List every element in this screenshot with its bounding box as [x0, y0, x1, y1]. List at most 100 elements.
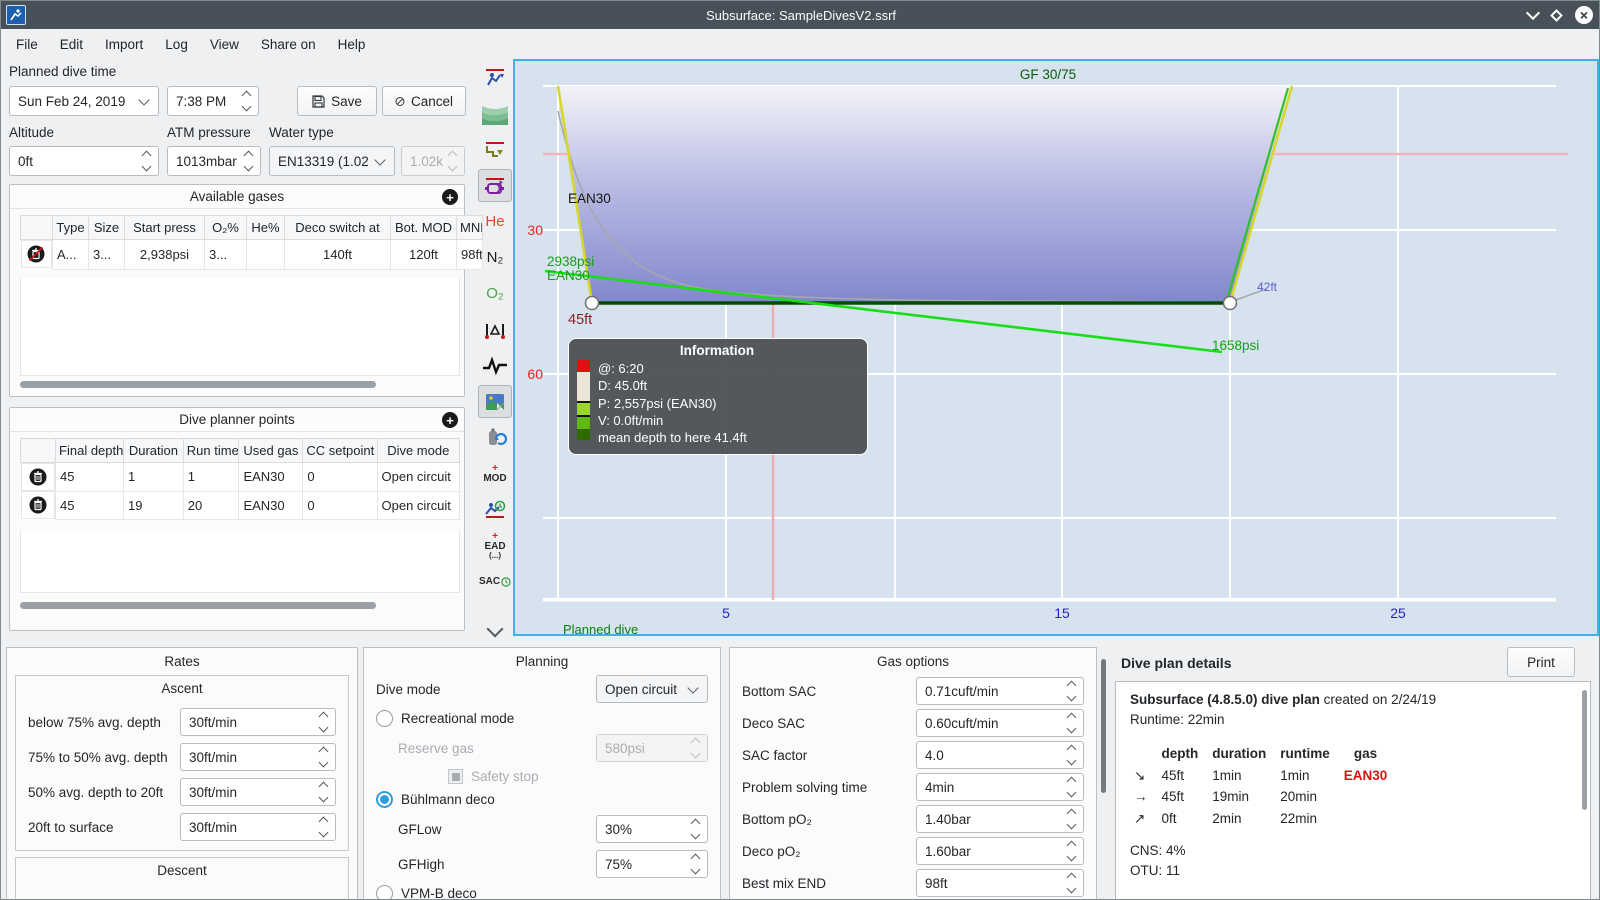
- point-depth[interactable]: 45: [55, 462, 125, 492]
- menu-log[interactable]: Log: [154, 32, 199, 57]
- gas-size[interactable]: 3...: [88, 239, 125, 270]
- spin-arrows[interactable]: [1066, 872, 1077, 894]
- dive-mode-profile-icon[interactable]: [478, 61, 512, 94]
- points-col-mode[interactable]: Dive mode: [376, 438, 461, 463]
- spin-arrows[interactable]: [1066, 808, 1077, 830]
- dive-profile-chart[interactable]: GF 30/75 30 60 5 15 25 EAN30 2938psi EAN…: [513, 59, 1599, 637]
- vpmb-deco-radio[interactable]: [376, 885, 393, 899]
- spin-arrows[interactable]: [1066, 840, 1077, 862]
- point-runtime[interactable]: 1: [182, 462, 240, 492]
- delete-gas-icon[interactable]: [20, 240, 52, 268]
- point-duration[interactable]: 1: [123, 462, 184, 492]
- point-depth[interactable]: 45: [55, 490, 125, 520]
- rate-spinbox-0[interactable]: 30ft/min: [180, 708, 336, 736]
- menu-edit[interactable]: Edit: [49, 32, 94, 57]
- points-col-setpoint[interactable]: CC setpoint: [302, 438, 378, 463]
- save-button[interactable]: Save: [297, 86, 377, 116]
- sac-toggle-icon[interactable]: SAC: [478, 565, 512, 598]
- gases-col-o2[interactable]: O₂%: [204, 215, 247, 240]
- atm-pressure-spinbox[interactable]: 1013mbar: [167, 146, 261, 176]
- gases-col-bot-mod[interactable]: Bot. MOD: [390, 215, 457, 240]
- gases-col-type[interactable]: Type: [52, 215, 89, 240]
- tank-bar-toggle-icon[interactable]: [478, 169, 512, 202]
- n2-graph-icon[interactable]: N₂: [478, 241, 512, 274]
- point-gas[interactable]: EAN30: [238, 490, 304, 520]
- gases-col-size[interactable]: Size: [88, 215, 125, 240]
- spin-arrows[interactable]: [690, 853, 701, 875]
- gas-he[interactable]: [246, 239, 285, 270]
- point-setpoint[interactable]: 0: [302, 462, 378, 492]
- buhlmann-deco-radio[interactable]: [376, 791, 393, 808]
- problem-solving-time-spinbox[interactable]: 4min: [916, 773, 1084, 801]
- points-col-gas[interactable]: Used gas: [238, 438, 304, 463]
- rate-spinbox-3[interactable]: 30ft/min: [180, 813, 336, 841]
- gas-options-vscrollbar[interactable]: [1101, 659, 1106, 793]
- dive-mode-combo[interactable]: Open circuit: [596, 675, 708, 703]
- menu-view[interactable]: View: [199, 32, 250, 57]
- bottom-sac-spinbox[interactable]: 0.71cuft/min: [916, 677, 1084, 705]
- spin-arrows[interactable]: [1066, 680, 1077, 702]
- altitude-spinbox[interactable]: 0ft: [9, 146, 159, 176]
- best-mix-end-spinbox[interactable]: 98ft: [916, 869, 1084, 897]
- menu-help[interactable]: Help: [327, 32, 377, 57]
- point-runtime[interactable]: 20: [182, 490, 240, 520]
- delete-point-icon[interactable]: [20, 463, 56, 491]
- menu-import[interactable]: Import: [94, 32, 154, 57]
- gas-o2[interactable]: 3...: [204, 239, 247, 270]
- plan-details-vscrollbar[interactable]: [1582, 690, 1587, 810]
- water-type-combo[interactable]: EN13319 (1.02k: [269, 146, 395, 176]
- menu-share-on[interactable]: Share on: [250, 32, 327, 57]
- shallow-water-icon[interactable]: [478, 97, 512, 130]
- gases-col-deco-switch[interactable]: Deco switch at: [284, 215, 391, 240]
- close-icon[interactable]: ×: [1575, 6, 1593, 24]
- planner-handle-start[interactable]: [584, 295, 600, 311]
- ndl-toggle-icon[interactable]: [478, 493, 512, 526]
- gflow-spinbox[interactable]: 30%: [596, 815, 708, 843]
- point-mode[interactable]: Open circuit: [376, 490, 461, 520]
- spin-arrows[interactable]: [318, 746, 329, 768]
- points-col-depth[interactable]: Final depth: [55, 438, 125, 463]
- he-graph-icon[interactable]: He: [478, 205, 512, 238]
- ceiling-toggle-icon[interactable]: [478, 133, 512, 166]
- ead-toggle-icon[interactable]: + EAD (...): [478, 529, 512, 562]
- points-col-runtime[interactable]: Run time: [182, 438, 240, 463]
- points-hscrollbar[interactable]: [20, 602, 376, 609]
- rate-spinbox-1[interactable]: 30ft/min: [180, 743, 336, 771]
- gases-col-he[interactable]: He%: [246, 215, 285, 240]
- gas-bot-mod[interactable]: 120ft: [390, 239, 457, 270]
- photos-toggle-icon[interactable]: [478, 385, 512, 418]
- spin-arrows[interactable]: [141, 150, 152, 172]
- spin-arrows[interactable]: [690, 818, 701, 840]
- cancel-button[interactable]: Cancel: [382, 86, 466, 116]
- gfhigh-spinbox[interactable]: 75%: [596, 850, 708, 878]
- gas-deco-switch[interactable]: 140ft: [284, 239, 391, 270]
- toolbar-scroll-down-icon[interactable]: [478, 615, 512, 648]
- ruler-icon[interactable]: [478, 313, 512, 346]
- point-mode[interactable]: Open circuit: [376, 462, 461, 492]
- bottom-po2-spinbox[interactable]: 1.40bar: [916, 805, 1084, 833]
- deco-po2-spinbox[interactable]: 1.60bar: [916, 837, 1084, 865]
- gases-col-start-press[interactable]: Start press: [124, 215, 205, 240]
- gas-type[interactable]: A...: [52, 239, 89, 270]
- spin-arrows[interactable]: [241, 90, 252, 112]
- planner-handle-end[interactable]: [1222, 295, 1238, 311]
- point-setpoint[interactable]: 0: [302, 490, 378, 520]
- gas-start-press[interactable]: 2,938psi: [124, 239, 205, 270]
- dive-date-combo[interactable]: Sun Feb 24, 2019: [9, 86, 159, 116]
- minimize-icon[interactable]: [1525, 5, 1541, 21]
- spin-arrows[interactable]: [243, 150, 254, 172]
- recreational-mode-radio[interactable]: [376, 710, 393, 727]
- spin-arrows[interactable]: [1066, 776, 1077, 798]
- points-col-duration[interactable]: Duration: [123, 438, 184, 463]
- heart-rate-icon[interactable]: [478, 349, 512, 382]
- point-gas[interactable]: EAN30: [238, 462, 304, 492]
- rate-spinbox-2[interactable]: 30ft/min: [180, 778, 336, 806]
- print-button[interactable]: Print: [1507, 647, 1575, 677]
- deco-sac-spinbox[interactable]: 0.60cuft/min: [916, 709, 1084, 737]
- gases-hscrollbar[interactable]: [20, 381, 376, 388]
- spin-arrows[interactable]: [1066, 712, 1077, 734]
- add-point-button[interactable]: +: [442, 412, 458, 428]
- delete-point-icon[interactable]: [20, 491, 56, 519]
- dive-time-spinbox[interactable]: 7:38 PM: [167, 86, 259, 116]
- menu-file[interactable]: File: [5, 32, 49, 57]
